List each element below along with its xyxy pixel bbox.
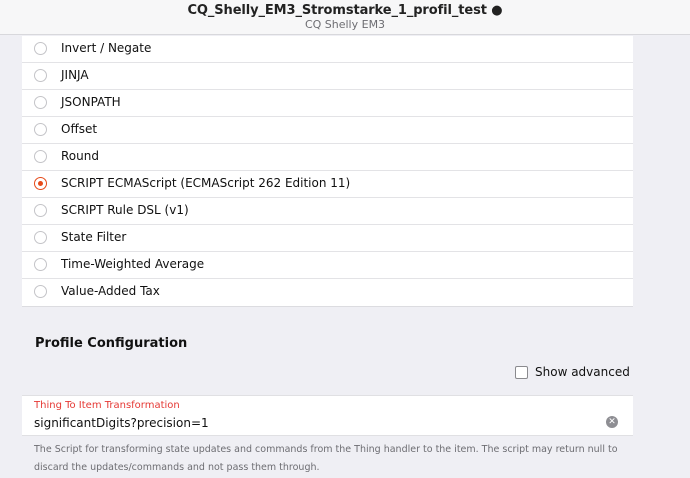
profile-option-value-added-tax[interactable]: Value-Added Tax [22,279,633,306]
radio-button-checked-icon[interactable] [34,177,47,190]
profile-option-label: Offset [61,122,98,136]
profile-option-label: Value-Added Tax [61,284,160,298]
radio-button-icon[interactable] [34,69,47,82]
show-advanced-checkbox[interactable] [515,366,528,379]
radio-button-icon[interactable] [34,96,47,109]
radio-button-icon[interactable] [34,231,47,244]
radio-button-icon[interactable] [34,285,47,298]
page-title: CQ_Shelly_EM3_Stromstarke_1_profil_test … [187,3,503,18]
profile-option-label: Invert / Negate [61,41,152,55]
profile-option-invert-negate[interactable]: Invert / Negate [22,36,633,63]
profile-option-label: JSONPATH [61,95,121,109]
profile-option-script-rule-dsl[interactable]: SCRIPT Rule DSL (v1) [22,198,633,225]
title-bar: CQ_Shelly_EM3_Stromstarke_1_profil_test … [0,0,690,35]
show-advanced-label[interactable]: Show advanced [535,365,630,379]
thing-to-item-transformation-field[interactable]: Thing To Item Transformation significant… [22,395,633,436]
field-help-text: The Script for transforming state update… [34,444,618,473]
profile-option-time-weighted-average[interactable]: Time-Weighted Average [22,252,633,279]
profile-option-label: SCRIPT Rule DSL (v1) [61,203,189,217]
profile-option-jinja[interactable]: JINJA [22,63,633,90]
profile-list: Invert / Negate JINJA JSONPATH Offset Ro… [22,36,633,307]
profile-option-jsonpath[interactable]: JSONPATH [22,90,633,117]
clear-icon[interactable]: ✕ [606,416,618,428]
profile-option-offset[interactable]: Offset [22,117,633,144]
radio-button-icon[interactable] [34,123,47,136]
radio-button-icon[interactable] [34,204,47,217]
thing-to-item-transformation-input[interactable]: significantDigits?precision=1 [34,416,209,430]
profile-option-label: State Filter [61,230,127,244]
profile-option-round[interactable]: Round [22,144,633,171]
radio-button-icon[interactable] [34,258,47,271]
profile-option-script-ecmascript[interactable]: SCRIPT ECMAScript (ECMAScript 262 Editio… [22,171,633,198]
profile-option-label: SCRIPT ECMAScript (ECMAScript 262 Editio… [61,176,351,190]
profile-option-label: JINJA [61,68,89,82]
radio-button-icon[interactable] [34,150,47,163]
profile-option-state-filter[interactable]: State Filter [22,225,633,252]
profile-option-label: Round [61,149,99,163]
profile-option-label: Time-Weighted Average [61,257,205,271]
section-title-profile-configuration: Profile Configuration [35,336,188,351]
page-subtitle: CQ Shelly EM3 [304,18,386,31]
field-label: Thing To Item Transformation [34,400,180,411]
radio-button-icon[interactable] [34,42,47,55]
